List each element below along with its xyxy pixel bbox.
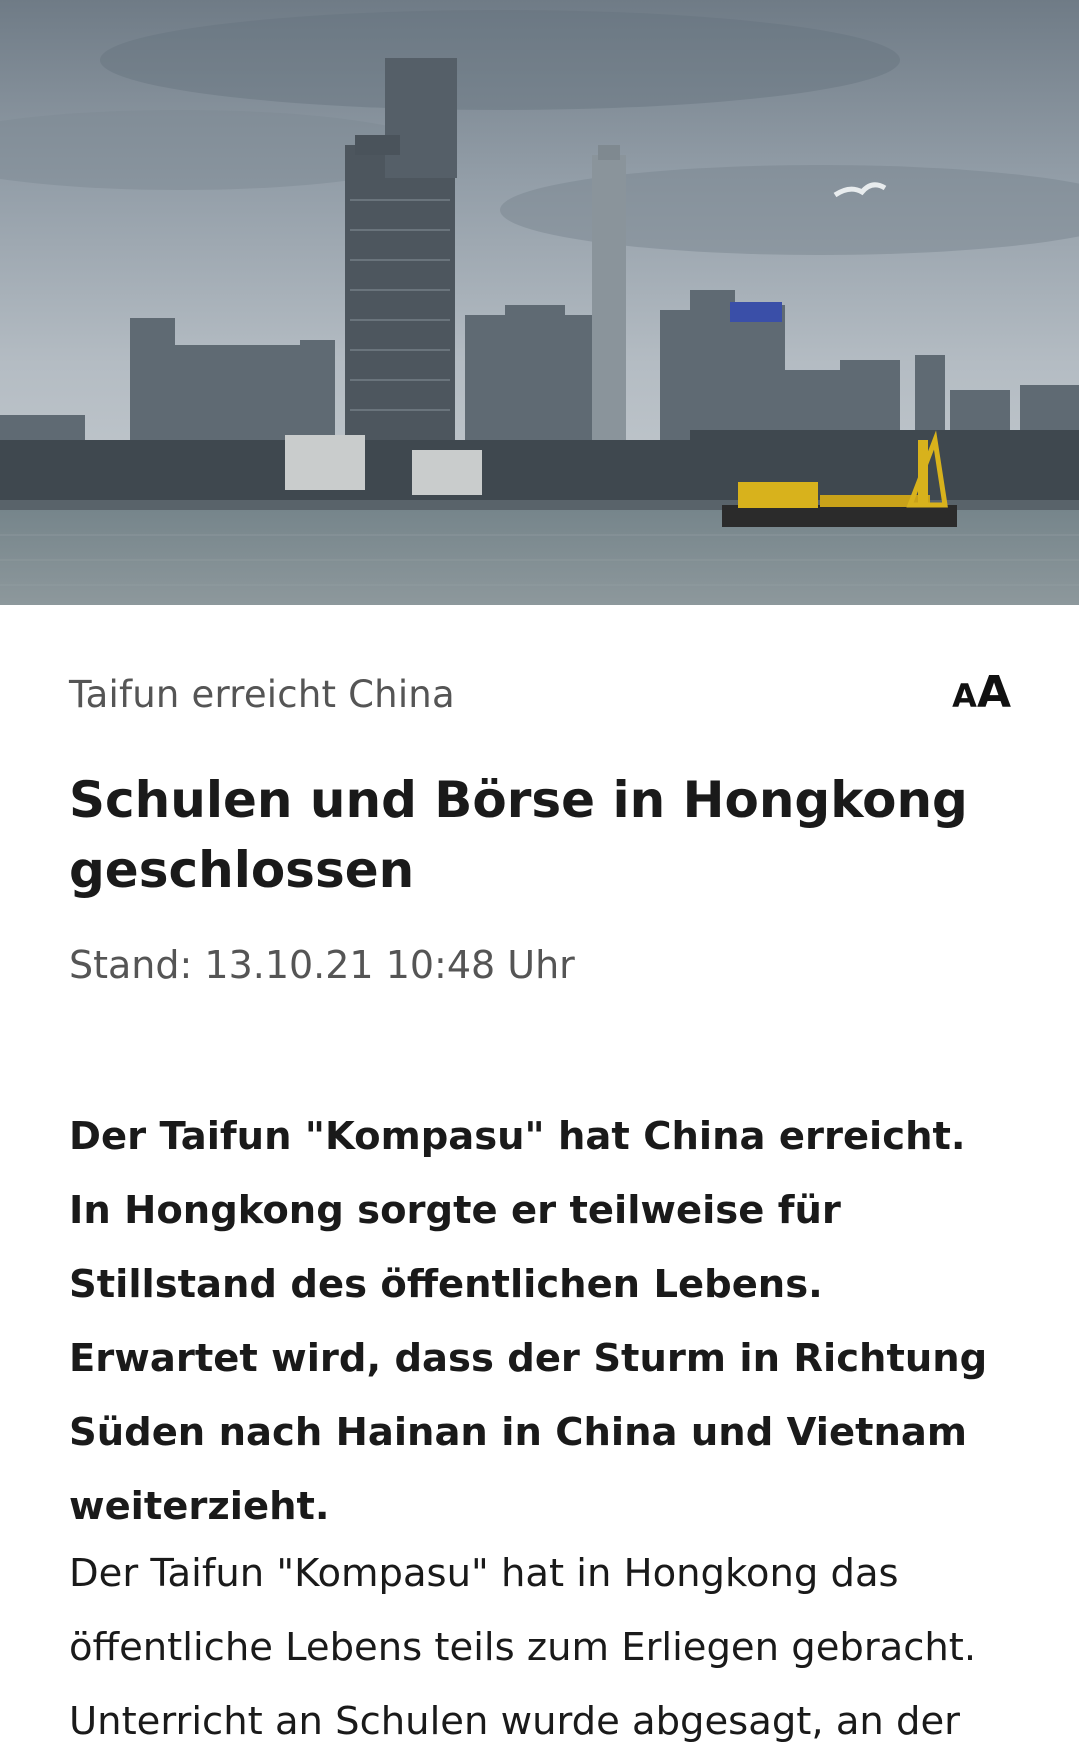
article-hero-image: [0, 0, 1079, 605]
article-content: Taifun erreicht China A A Schulen und Bö…: [0, 605, 1079, 1748]
hong-kong-skyline-photo: [0, 0, 1079, 605]
article-topline: Taifun erreicht China: [69, 673, 455, 716]
font-size-large-label: A: [976, 667, 1011, 718]
article-lead: Der Taifun "Kompasu" hat China erreicht.…: [69, 1114, 988, 1529]
article-headline: Schulen und Börse in Hongkong geschlosse…: [69, 771, 968, 899]
article-dateline: Stand: 13.10.21 10:48 Uhr: [69, 943, 575, 987]
font-size-small-label: A: [952, 677, 977, 715]
article-body-paragraph: Der Taifun "Kompasu" hat in Hongkong das…: [69, 1551, 977, 1744]
font-size-button[interactable]: A A: [952, 667, 1011, 723]
